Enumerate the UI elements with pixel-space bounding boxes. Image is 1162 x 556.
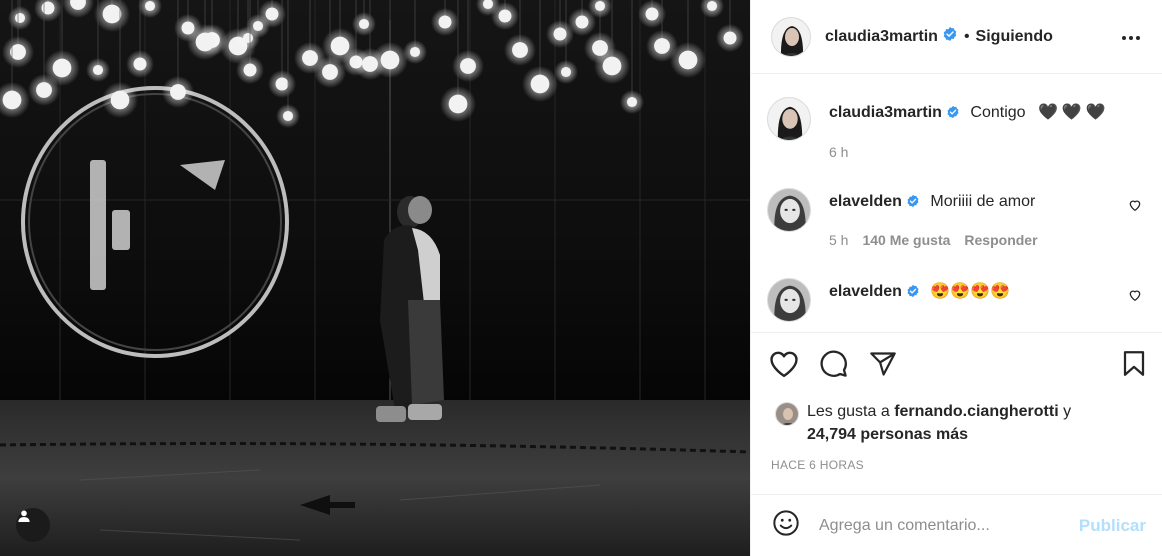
- comment-time[interactable]: 5 h: [829, 232, 848, 248]
- emoji-icon: [772, 509, 800, 542]
- post-header: claudia3martin • Siguiendo: [751, 0, 1162, 74]
- likes-summary: Les gusta a fernando.ciangherotti y 24,7…: [775, 400, 1146, 446]
- bookmark-icon: [1122, 350, 1146, 382]
- tagged-users-button[interactable]: [16, 508, 50, 542]
- publish-button[interactable]: Publicar: [1079, 516, 1146, 536]
- comment-input[interactable]: [819, 516, 1079, 535]
- comment-text: Moriiii de amor: [930, 193, 1036, 210]
- caption-text: Contigo: [970, 104, 1026, 121]
- add-comment-bar: Publicar: [751, 494, 1162, 556]
- comment-item: elavelden Moriiii de amor 5 h 140 Me gus…: [767, 188, 1146, 248]
- emoji-button[interactable]: [771, 509, 801, 542]
- reply-button[interactable]: Responder: [964, 232, 1037, 248]
- caption: claudia3martin Contigo 🖤🖤🖤 6 h: [767, 97, 1146, 160]
- caption-username[interactable]: claudia3martin: [829, 104, 942, 121]
- caption-hearts: 🖤🖤🖤: [1038, 104, 1110, 121]
- save-button[interactable]: [1108, 347, 1146, 385]
- more-horizontal-icon: [1121, 28, 1141, 46]
- commenter-username[interactable]: elavelden: [829, 283, 902, 300]
- author-username-link[interactable]: claudia3martin: [825, 28, 938, 46]
- comment-text: 😍😍😍😍: [930, 283, 1011, 300]
- author-avatar[interactable]: [771, 16, 811, 57]
- share-button[interactable]: [869, 347, 907, 385]
- liker-username-link[interactable]: fernando.ciangherotti: [894, 403, 1058, 420]
- comment-like-heart-icon[interactable]: [1128, 198, 1142, 217]
- caption-time[interactable]: 6 h: [829, 144, 848, 160]
- commenter-avatar[interactable]: [767, 188, 811, 232]
- likes-prefix: Les gusta a: [807, 403, 890, 420]
- verified-badge-icon: [942, 26, 958, 47]
- like-button[interactable]: [769, 347, 807, 385]
- heart-icon: [769, 350, 799, 383]
- more-options-button[interactable]: [1116, 22, 1146, 52]
- comments-list[interactable]: claudia3martin Contigo 🖤🖤🖤 6 h elavelden…: [751, 75, 1162, 333]
- comment-item: elavelden 😍😍😍😍: [767, 278, 1146, 322]
- post-image: [0, 0, 750, 556]
- post-side-panel: claudia3martin • Siguiendo claudia3marti…: [750, 0, 1162, 556]
- likes-count-link[interactable]: 24,794 personas más: [807, 426, 968, 443]
- post-timestamp[interactable]: HACE 6 HORAS: [771, 458, 864, 472]
- author-avatar[interactable]: [767, 97, 811, 141]
- commenter-username[interactable]: elavelden: [829, 193, 902, 210]
- verified-badge-icon: [906, 283, 920, 305]
- post-actions: [769, 346, 1146, 386]
- verified-badge-icon: [906, 193, 920, 215]
- liker-avatar[interactable]: [775, 402, 799, 426]
- post-photo[interactable]: [0, 0, 750, 556]
- share-icon: [869, 351, 897, 382]
- comment-likes-count[interactable]: 140 Me gusta: [862, 232, 950, 248]
- verified-badge-icon: [946, 104, 960, 126]
- comment-button[interactable]: [819, 347, 857, 385]
- comment-like-heart-icon[interactable]: [1128, 288, 1142, 307]
- following-button[interactable]: Siguiendo: [976, 28, 1053, 46]
- likes-joiner: y: [1063, 403, 1072, 420]
- commenter-avatar[interactable]: [767, 278, 811, 322]
- comment-icon: [819, 349, 848, 383]
- separator-dot: •: [963, 27, 970, 45]
